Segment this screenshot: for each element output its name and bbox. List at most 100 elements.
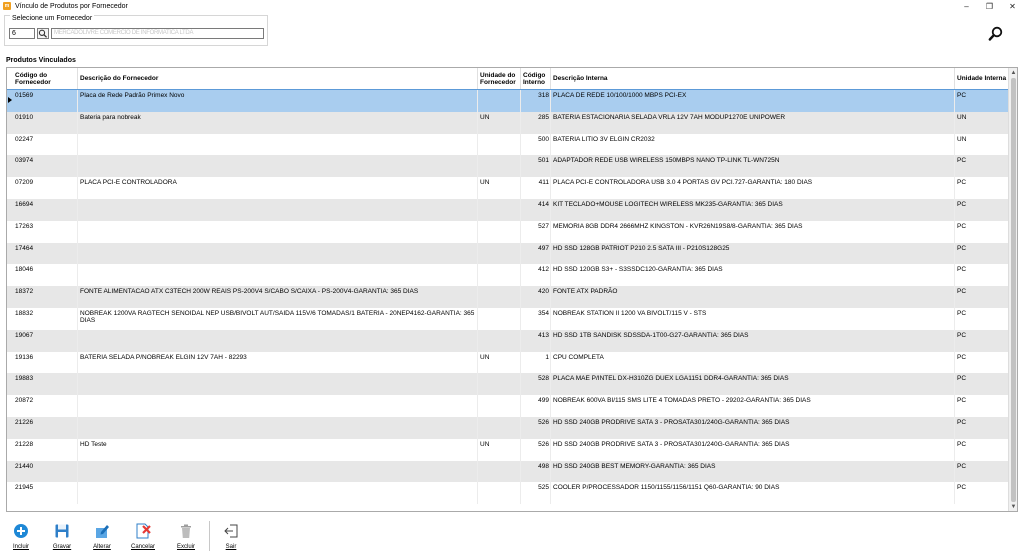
cell-desc-int[interactable]: HD SSD 128GB PATRIOT P210 2.5 SATA III -… [551,242,955,265]
cell-cod-forn[interactable]: 19067 [13,329,78,352]
alterar-button[interactable]: Alterar [89,519,115,555]
cell-unid-forn[interactable]: UN [478,351,521,374]
cell-unid-int[interactable]: PC [955,155,1010,178]
table-row[interactable]: 21440 498 HD SSD 240GB BEST MEMORY-GARANTI… [7,460,1010,483]
close-button[interactable]: ✕ [1001,0,1024,12]
incluir-button[interactable]: Incluir [8,519,34,555]
products-grid[interactable]: Código do Fornecedor Descrição do Fornec… [6,67,1018,512]
cell-desc-int[interactable]: HD SSD 120GB S3+ - S3SSDC120-GARANTIA: 3… [551,264,955,287]
cell-unid-int[interactable]: PC [955,395,1010,417]
cell-desc-forn[interactable] [78,416,478,439]
table-row[interactable]: 21945 525 COOLER P/PROCESSADOR 1150/1155/1… [7,482,1010,505]
cell-cod-forn[interactable]: 18832 [13,307,78,330]
cell-desc-int[interactable]: CPU COMPLETA [551,351,955,374]
cell-cod-int[interactable]: 527 [521,220,551,243]
cell-cod-int[interactable]: 318 [521,90,551,112]
excluir-button[interactable]: Excluir [173,519,199,555]
cell-cod-int[interactable]: 411 [521,177,551,199]
maximize-button[interactable]: ❐ [978,0,1001,12]
cell-desc-forn[interactable] [78,220,478,243]
cell-desc-int[interactable]: HD SSD 240GB BEST MEMORY-GARANTIA: 365 D… [551,460,955,483]
cell-unid-forn[interactable] [478,373,521,396]
table-row[interactable]: 18372 FONTE ALIMENTACAO ATX C3TECH 200W R… [7,286,1010,308]
cell-desc-forn[interactable]: PLACA PCI-E CONTROLADORA [78,177,478,199]
table-row[interactable]: 19067 413 HD SSD 1TB SANDISK SDSSDA-1T00-G… [7,329,1010,352]
cell-unid-int[interactable]: PC [955,177,1010,199]
cell-cod-forn[interactable]: 21226 [13,416,78,439]
cell-unid-forn[interactable] [478,242,521,265]
cell-cod-forn[interactable]: 21228 [13,438,78,461]
cell-unid-int[interactable]: PC [955,307,1010,330]
cell-desc-int[interactable]: HD SSD 240GB PRODRIVE SATA 3 - PROSATA30… [551,438,955,461]
cell-unid-forn[interactable] [478,155,521,178]
cell-cod-forn[interactable]: 02247 [13,133,78,156]
cell-desc-int[interactable]: COOLER P/PROCESSADOR 1150/1155/1156/1151… [551,482,955,505]
column-header-desc-int[interactable]: Descrição Interna [551,68,955,90]
cell-desc-forn[interactable]: HD Teste [78,438,478,461]
cell-unid-forn[interactable] [478,482,521,505]
cell-desc-forn[interactable] [78,133,478,156]
cell-unid-forn[interactable] [478,329,521,352]
cell-cod-forn[interactable]: 18372 [13,286,78,308]
cell-cod-forn[interactable]: 21945 [13,482,78,505]
table-row[interactable]: 01569 Placa de Rede Padrão Primex Novo 318… [7,89,1011,113]
cell-unid-int[interactable]: PC [955,351,1010,374]
minimize-button[interactable]: – [955,0,978,12]
supplier-lookup-button[interactable] [37,28,49,39]
table-row[interactable]: 07209 PLACA PCI-E CONTROLADORA UN 411 PLACA … [7,177,1010,199]
cell-cod-forn[interactable]: 01569 [13,90,78,112]
cell-cod-forn[interactable]: 17263 [13,220,78,243]
search-button[interactable] [988,26,1004,42]
cell-unid-int[interactable]: PC [955,482,1010,505]
cell-desc-forn[interactable]: NOBREAK 1200VA RAGTECH SENOIDAL NEP USB/… [78,307,478,330]
cell-cod-int[interactable]: 413 [521,329,551,352]
sair-button[interactable]: Sair [218,519,244,555]
table-row[interactable]: 17263 527 MEMORIA 8GB DDR4 2666MHZ KINGSTO… [7,220,1010,243]
column-header-unid-forn[interactable]: Unidade do Fornecedor [478,68,521,90]
cell-unid-int[interactable]: PC [955,242,1010,265]
cell-cod-int[interactable]: 526 [521,438,551,461]
cancelar-button[interactable]: Cancelar [130,519,156,555]
cell-desc-forn[interactable] [78,460,478,483]
table-row[interactable]: 03974 501 ADAPTADOR REDE USB WIRELESS 150M… [7,155,1010,178]
table-row[interactable]: 18832 NOBREAK 1200VA RAGTECH SENOIDAL NEP… [7,307,1010,330]
cell-desc-forn[interactable] [78,395,478,417]
column-header-cod-int[interactable]: Código Interno [521,68,551,90]
cell-desc-int[interactable]: PLACA PCI-E CONTROLADORA USB 3.0 4 PORTA… [551,177,955,199]
cell-cod-forn[interactable]: 21440 [13,460,78,483]
cell-desc-int[interactable]: ADAPTADOR REDE USB WIRELESS 150MBPS NANO… [551,155,955,178]
cell-cod-forn[interactable]: 03974 [13,155,78,178]
cell-desc-int[interactable]: HD SSD 240GB PRODRIVE SATA 3 - PROSATA30… [551,416,955,439]
cell-cod-int[interactable]: 354 [521,307,551,330]
cell-unid-forn[interactable] [478,220,521,243]
cell-desc-int[interactable]: PLACA DE REDE 10/100/1000 MBPS PCI-EX [551,90,955,112]
cell-desc-forn[interactable]: FONTE ALIMENTACAO ATX C3TECH 200W REAIS … [78,286,478,308]
cell-desc-forn[interactable] [78,329,478,352]
cell-cod-int[interactable]: 412 [521,264,551,287]
cell-unid-forn[interactable] [478,264,521,287]
cell-desc-forn[interactable] [78,242,478,265]
cell-unid-int[interactable]: PC [955,416,1010,439]
cell-unid-int[interactable]: PC [955,90,1010,112]
scroll-up-icon[interactable]: ▲ [1009,68,1017,77]
cell-unid-int[interactable]: PC [955,198,1010,221]
cell-desc-int[interactable]: KIT TECLADO+MOUSE LOGITECH WIRELESS MK23… [551,198,955,221]
cell-cod-int[interactable]: 414 [521,198,551,221]
scroll-thumb[interactable] [1011,78,1016,502]
cell-unid-forn[interactable]: UN [478,111,521,134]
cell-cod-int[interactable]: 499 [521,395,551,417]
column-header-desc-forn[interactable]: Descrição do Fornecedor [78,68,478,90]
table-row[interactable]: 20872 499 NOBREAK 600VA BI/115 SMS LITE 4 … [7,395,1010,417]
cell-desc-int[interactable]: BATERIA ESTACIONARIA SELADA VRLA 12V 7AH… [551,111,955,134]
cell-unid-forn[interactable] [478,307,521,330]
table-row[interactable]: 19883 528 PLACA MAE P/INTEL DX-H310ZG DUEX… [7,373,1010,396]
cell-desc-int[interactable]: HD SSD 1TB SANDISK SDSSDA-1T00-G27-GARAN… [551,329,955,352]
table-row[interactable]: 17464 497 HD SSD 128GB PATRIOT P210 2.5 SA… [7,242,1010,265]
table-row[interactable]: 16694 414 KIT TECLADO+MOUSE LOGITECH WIREL… [7,198,1010,221]
table-row[interactable]: 21226 526 HD SSD 240GB PRODRIVE SATA 3 - P… [7,416,1010,439]
cell-unid-forn[interactable] [478,416,521,439]
cell-desc-int[interactable]: BATERIA LITIO 3V ELGIN CR2032 [551,133,955,156]
cell-desc-forn[interactable] [78,198,478,221]
cell-cod-int[interactable]: 501 [521,155,551,178]
cell-desc-forn[interactable] [78,373,478,396]
